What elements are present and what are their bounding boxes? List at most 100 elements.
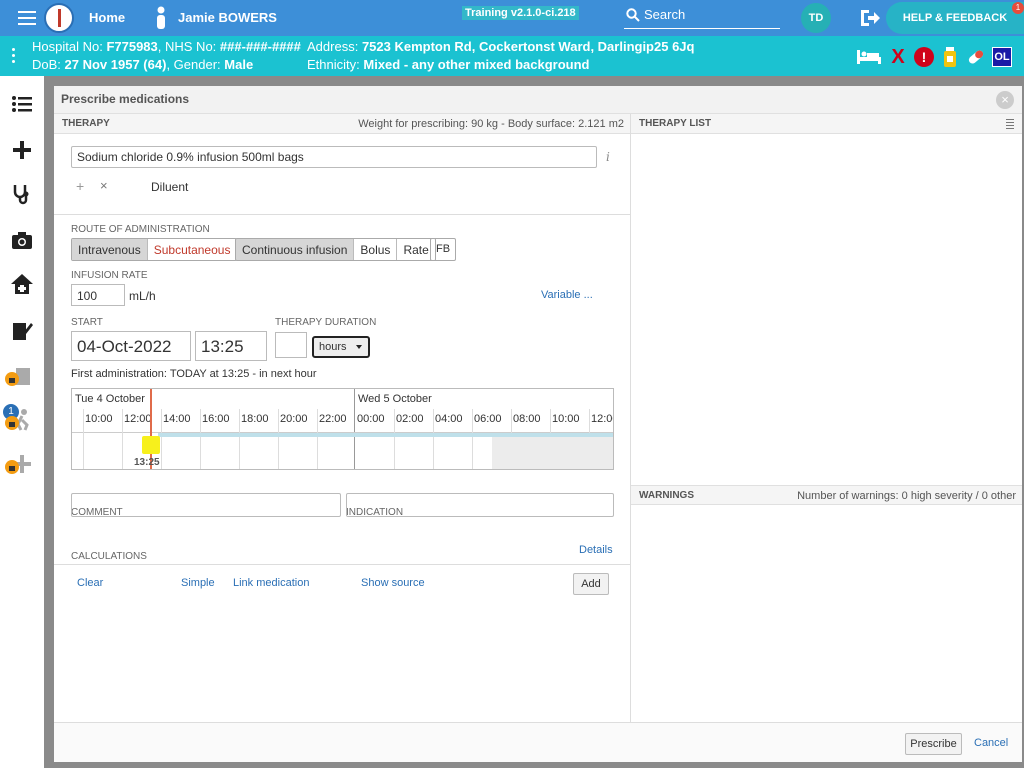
- help-feedback-button[interactable]: HELP & FEEDBACK: [886, 2, 1024, 34]
- nhs-no: ###-###-####: [219, 39, 301, 54]
- prescription-edit-icon[interactable]: [10, 318, 34, 342]
- timeline-gridline: [472, 409, 473, 469]
- timeline-hour: 08:00: [513, 413, 541, 425]
- timeline-day-separator: [354, 389, 355, 469]
- duration-label: THERAPY DURATION: [275, 317, 377, 328]
- indication-input[interactable]: [346, 493, 614, 517]
- link-medication-link[interactable]: Link medication: [233, 577, 309, 589]
- timeline-gridline: [161, 409, 162, 469]
- left-rail: 1: [0, 76, 44, 768]
- timeline-gridline: [394, 409, 395, 469]
- cancel-link[interactable]: Cancel: [974, 737, 1008, 749]
- patient-name[interactable]: Jamie BOWERS: [178, 10, 277, 25]
- start-date-input[interactable]: 04-Oct-2022: [71, 331, 191, 361]
- menu-icon[interactable]: [18, 11, 36, 25]
- timeline-hour: 14:00: [163, 413, 191, 425]
- duration-unit-select[interactable]: hours: [312, 336, 370, 358]
- infusion-rate-input[interactable]: 100: [71, 284, 125, 306]
- modal-footer: Prescribe Cancel: [54, 722, 1022, 762]
- timeline-day-tue: Tue 4 October: [75, 393, 145, 405]
- menu-icon[interactable]: [1006, 119, 1014, 131]
- clear-link[interactable]: Clear: [77, 577, 103, 589]
- alert-icon[interactable]: !: [914, 47, 934, 67]
- duration-input[interactable]: [275, 332, 307, 358]
- simple-link[interactable]: Simple: [181, 577, 215, 589]
- timeline-gridline: [433, 409, 434, 469]
- ol-icon[interactable]: OL: [992, 47, 1012, 67]
- rate-unit: mL/h: [129, 289, 156, 303]
- mode-selector: Continuous infusion Bolus Rate: [235, 238, 436, 261]
- route-intravenous[interactable]: Intravenous: [72, 239, 148, 260]
- pill-icon[interactable]: [966, 47, 986, 67]
- search-label: Search: [644, 7, 686, 22]
- timeline-hour: 18:00: [241, 413, 269, 425]
- add-diluent-icon[interactable]: +: [76, 178, 84, 194]
- therapy-list-title: THERAPY LIST: [639, 118, 712, 129]
- first-administration-text: First administration: TODAY at 13:25 - i…: [71, 368, 317, 380]
- divider: [54, 564, 630, 565]
- calculations-label: CALCULATIONS: [71, 551, 147, 562]
- diluent-label: Diluent: [151, 180, 189, 194]
- banner-demographics: DoB: 27 Nov 1957 (64), Gender: Male: [32, 57, 254, 72]
- medication-bottle-icon[interactable]: [940, 47, 960, 67]
- timeline-hour: 12:00: [124, 413, 152, 425]
- more-icon[interactable]: [12, 48, 16, 66]
- timeline-hour: 16:00: [202, 413, 230, 425]
- camera-icon[interactable]: [10, 228, 34, 252]
- therapy-header: THERAPY Weight for prescribing: 90 kg - …: [54, 114, 630, 134]
- details-link[interactable]: Details: [579, 544, 613, 556]
- add-button[interactable]: Add: [573, 573, 609, 595]
- timeline-gridline: [83, 409, 84, 469]
- route-subcutaneous[interactable]: Subcutaneous: [147, 239, 237, 260]
- warnings-summary: Number of warnings: 0 high severity / 0 …: [797, 490, 1016, 502]
- variable-link[interactable]: Variable ...: [541, 289, 593, 301]
- ethnicity-label: Ethnicity:: [307, 57, 360, 72]
- mode-continuous[interactable]: Continuous infusion: [236, 239, 355, 260]
- prescribe-modal: Prescribe medications × THERAPY Weight f…: [54, 86, 1022, 762]
- therapy-title: THERAPY: [62, 118, 110, 129]
- remove-icon[interactable]: ×: [100, 178, 108, 193]
- home-health-icon[interactable]: [10, 272, 34, 296]
- right-pane: THERAPY LIST WARNINGS Number of warnings…: [630, 114, 1022, 722]
- modal-title: Prescribe medications: [54, 86, 1022, 114]
- timeline-hour: 20:00: [280, 413, 308, 425]
- start-time-input[interactable]: 13:25: [195, 331, 267, 361]
- timeline-administration-marker[interactable]: [142, 436, 160, 454]
- app-logo[interactable]: [44, 3, 74, 33]
- allergy-x-icon[interactable]: X: [888, 46, 908, 68]
- info-icon[interactable]: i: [606, 150, 610, 164]
- prescribe-button[interactable]: Prescribe: [905, 733, 962, 755]
- add-icon[interactable]: [10, 138, 34, 162]
- logout-icon[interactable]: [859, 8, 881, 28]
- comment-input[interactable]: [71, 493, 341, 517]
- training-badge: Training v2.1.0-ci.218: [462, 6, 579, 20]
- bed-icon[interactable]: [856, 47, 882, 67]
- hospital-label: Hospital No:: [32, 39, 103, 54]
- timeline-hour: 06:00: [474, 413, 502, 425]
- show-source-link[interactable]: Show source: [361, 577, 425, 589]
- banner-ids: Hospital No: F775983, NHS No: ###-###-##…: [32, 39, 301, 54]
- weight-info: Weight for prescribing: 90 kg - Body sur…: [358, 118, 624, 130]
- mode-bolus[interactable]: Bolus: [354, 239, 398, 260]
- medication-input[interactable]: Sodium chloride 0.9% infusion 500ml bags: [71, 146, 597, 168]
- fb-button[interactable]: FB: [430, 238, 456, 261]
- route-label: ROUTE OF ADMINISTRATION: [71, 224, 210, 235]
- close-icon[interactable]: ×: [996, 91, 1014, 109]
- home-link[interactable]: Home: [89, 10, 125, 25]
- address-label: Address:: [307, 39, 359, 54]
- timeline[interactable]: Tue 4 October Wed 5 October 10:00 12:00 …: [71, 388, 614, 470]
- timeline-hour: 04:00: [435, 413, 463, 425]
- timeline-gridline: [278, 409, 279, 469]
- list-icon[interactable]: [10, 92, 34, 116]
- lock-icon: [5, 460, 19, 474]
- timeline-gridline: [317, 409, 318, 469]
- search-field[interactable]: Search: [624, 5, 780, 29]
- user-avatar[interactable]: TD: [801, 3, 831, 33]
- timeline-hour: 00:00: [357, 413, 385, 425]
- top-bar: Home Jamie BOWERS Training v2.1.0-ci.218…: [0, 0, 1024, 36]
- patient-icon: [157, 6, 165, 29]
- therapy-pane: THERAPY Weight for prescribing: 90 kg - …: [54, 114, 630, 722]
- timeline-hour: 22:00: [319, 413, 347, 425]
- stethoscope-icon[interactable]: [10, 182, 34, 206]
- nhs-label: NHS No:: [165, 39, 217, 54]
